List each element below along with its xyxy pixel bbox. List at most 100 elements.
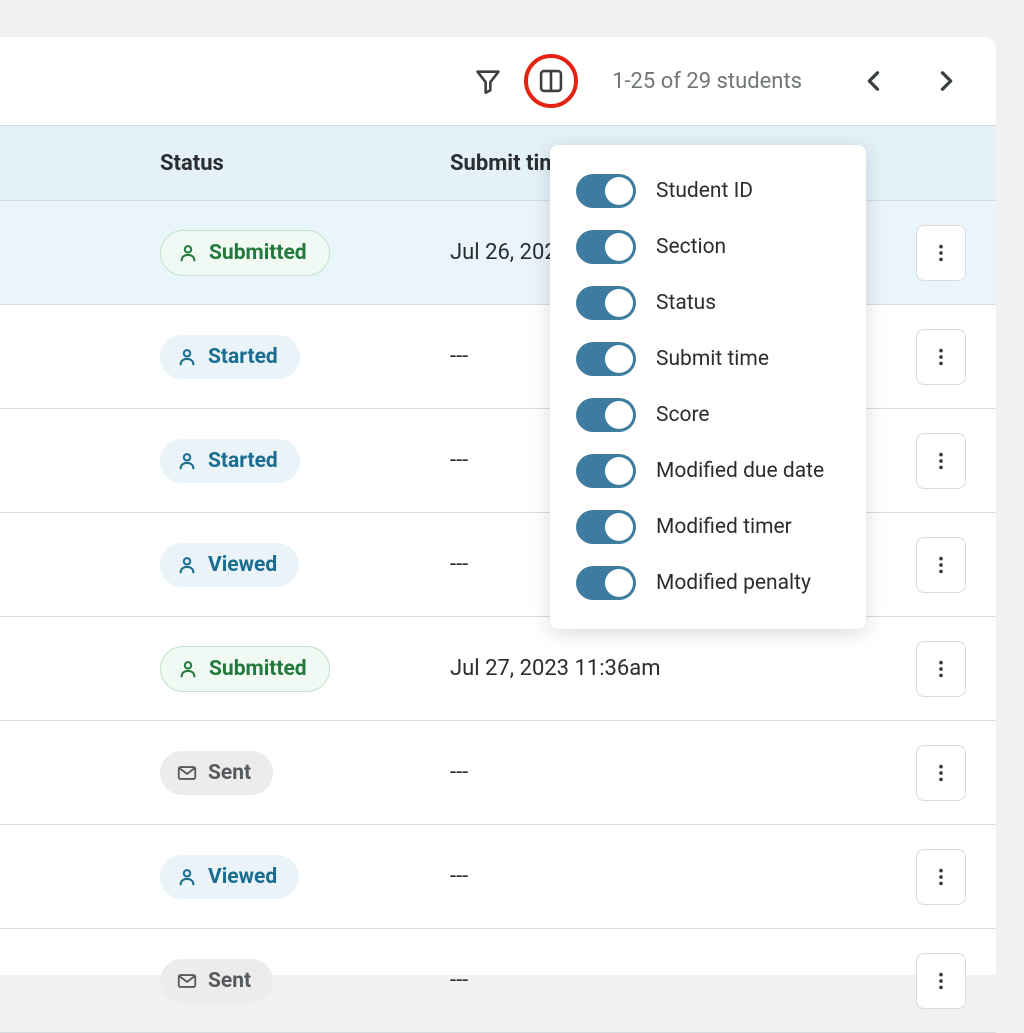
actions-cell: [906, 849, 966, 905]
status-label: Sent: [208, 761, 251, 785]
toggle-knob: [605, 177, 633, 205]
status-badge: Viewed: [160, 543, 299, 587]
row-menu-button[interactable]: [916, 329, 966, 385]
columns-button-highlight: [524, 54, 578, 108]
prev-page-button[interactable]: [854, 61, 894, 101]
status-badge: Viewed: [160, 855, 299, 899]
toggle-switch[interactable]: [576, 230, 636, 264]
column-toggle-label: Modified penalty: [656, 571, 811, 595]
columns-icon: [537, 67, 565, 95]
row-menu-button[interactable]: [916, 225, 966, 281]
column-toggle-item: Section: [550, 219, 866, 275]
row-menu-button[interactable]: [916, 433, 966, 489]
header-status[interactable]: Status: [0, 151, 290, 176]
toggle-knob: [605, 289, 633, 317]
envelope-icon: [176, 970, 198, 992]
status-cell: Viewed: [0, 855, 450, 899]
column-toggle-item: Modified due date: [550, 443, 866, 499]
submit-time-cell: ---: [450, 864, 906, 889]
status-badge: Submitted: [160, 230, 330, 276]
filter-button[interactable]: [468, 61, 508, 101]
submit-time-cell: ---: [450, 760, 906, 785]
next-page-button[interactable]: [926, 61, 966, 101]
actions-cell: [906, 641, 966, 697]
table-row[interactable]: Sent ---: [0, 721, 996, 825]
column-toggle-item: Submit time: [550, 331, 866, 387]
kebab-icon: [930, 658, 952, 680]
status-badge: Submitted: [160, 646, 330, 692]
column-toggle-label: Score: [656, 403, 710, 427]
column-toggle-item: Score: [550, 387, 866, 443]
column-toggle-label: Section: [656, 235, 726, 259]
row-menu-button[interactable]: [916, 745, 966, 801]
column-toggle-item: Modified penalty: [550, 555, 866, 611]
status-cell: Started: [0, 335, 450, 379]
submit-time-cell: Jul 27, 2023 11:36am: [450, 656, 906, 681]
actions-cell: [906, 953, 966, 1009]
status-label: Sent: [208, 969, 251, 993]
kebab-icon: [930, 242, 952, 264]
toggle-switch[interactable]: [576, 566, 636, 600]
person-icon: [176, 346, 198, 368]
person-icon: [177, 658, 199, 680]
students-panel: 1-25 of 29 students Status Submit time S…: [0, 37, 996, 975]
table-row[interactable]: Viewed ---: [0, 825, 996, 929]
kebab-icon: [930, 970, 952, 992]
chevron-left-icon: [860, 67, 888, 95]
status-label: Viewed: [208, 865, 277, 889]
toggle-knob: [605, 513, 633, 541]
table-row[interactable]: Sent ---: [0, 929, 996, 1033]
pagination-nav: [854, 61, 966, 101]
row-menu-button[interactable]: [916, 641, 966, 697]
table-row[interactable]: Submitted Jul 27, 2023 11:36am: [0, 617, 996, 721]
column-toggle-label: Student ID: [656, 179, 753, 203]
status-label: Started: [208, 345, 278, 369]
kebab-icon: [930, 762, 952, 784]
kebab-icon: [930, 450, 952, 472]
actions-cell: [906, 745, 966, 801]
envelope-icon: [176, 762, 198, 784]
row-menu-button[interactable]: [916, 849, 966, 905]
status-badge: Started: [160, 439, 300, 483]
status-cell: Viewed: [0, 543, 450, 587]
column-toggle-item: Modified timer: [550, 499, 866, 555]
status-label: Started: [208, 449, 278, 473]
row-menu-button[interactable]: [916, 537, 966, 593]
actions-cell: [906, 225, 966, 281]
actions-cell: [906, 433, 966, 489]
toggle-knob: [605, 233, 633, 261]
column-toggle-label: Modified timer: [656, 515, 792, 539]
toolbar: 1-25 of 29 students: [0, 37, 996, 125]
person-icon: [176, 450, 198, 472]
toggle-switch[interactable]: [576, 342, 636, 376]
kebab-icon: [930, 346, 952, 368]
row-menu-button[interactable]: [916, 953, 966, 1009]
columns-dropdown: Student ID Section Status Submit time Score M…: [550, 145, 866, 629]
status-label: Submitted: [209, 241, 307, 265]
toggle-knob: [605, 569, 633, 597]
chevron-right-icon: [932, 67, 960, 95]
status-cell: Sent: [0, 959, 450, 1003]
column-toggle-label: Status: [656, 291, 716, 315]
status-cell: Sent: [0, 751, 450, 795]
column-toggle-label: Submit time: [656, 347, 769, 371]
toggle-switch[interactable]: [576, 454, 636, 488]
person-icon: [176, 554, 198, 576]
status-cell: Submitted: [0, 230, 450, 276]
submit-time-cell: ---: [450, 968, 906, 993]
toggle-switch[interactable]: [576, 398, 636, 432]
pagination-label: 1-25 of 29 students: [612, 69, 802, 94]
status-label: Submitted: [209, 657, 307, 681]
status-cell: Started: [0, 439, 450, 483]
funnel-icon: [474, 67, 502, 95]
toggle-switch[interactable]: [576, 286, 636, 320]
status-badge: Sent: [160, 751, 273, 795]
status-cell: Submitted: [0, 646, 450, 692]
column-toggle-label: Modified due date: [656, 459, 824, 483]
toggle-switch[interactable]: [576, 510, 636, 544]
toggle-switch[interactable]: [576, 174, 636, 208]
columns-button[interactable]: [533, 63, 569, 99]
actions-cell: [906, 329, 966, 385]
toggle-knob: [605, 345, 633, 373]
toggle-knob: [605, 401, 633, 429]
